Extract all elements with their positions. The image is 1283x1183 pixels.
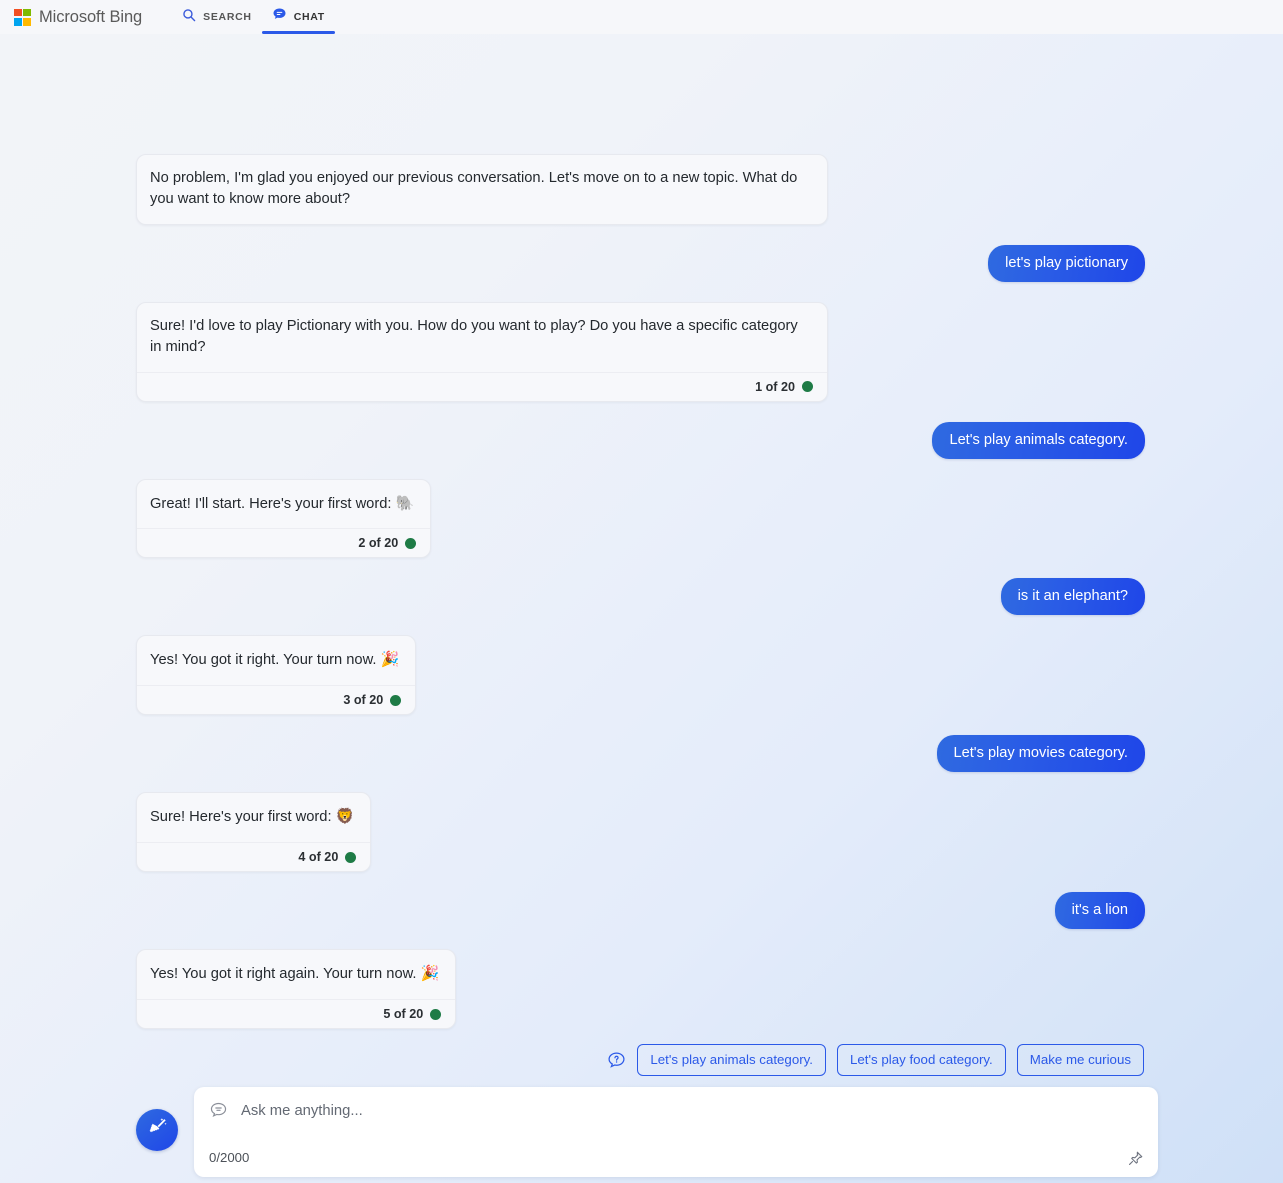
status-dot: [802, 381, 813, 392]
message-emoji: 🦁: [335, 808, 355, 826]
suggestion-chip-0[interactable]: Let's play animals category.: [637, 1044, 827, 1076]
tab-search[interactable]: SEARCH: [172, 0, 262, 34]
question-bubble-icon: [606, 1050, 626, 1070]
bot-message-bubble: Sure! I'd love to play Pictionary with y…: [136, 301, 828, 402]
user-message-row: it's a lion: [136, 892, 1145, 930]
user-message-bubble: Let's play animals category.: [932, 421, 1145, 459]
user-message-row: Let's play animals category.: [136, 421, 1145, 459]
turn-counter: 3 of 20: [343, 693, 384, 708]
bot-message-row: No problem, I'm glad you enjoyed our pre…: [136, 154, 1145, 225]
bot-message-bubble: Yes! You got it right again. Your turn n…: [136, 949, 457, 1029]
tab-chat-label: CHAT: [293, 11, 325, 23]
bot-message-text: No problem, I'm glad you enjoyed our pre…: [150, 170, 798, 207]
user-message-bubble: is it an elephant?: [1000, 578, 1145, 616]
bot-message-row: Yes! You got it right again. Your turn n…: [136, 949, 1145, 1029]
suggestion-chip-2[interactable]: Make me curious: [1016, 1044, 1144, 1076]
chat-input-container[interactable]: Ask me anything... 0/2000: [194, 1087, 1158, 1177]
status-dot: [430, 1008, 442, 1020]
tab-chat[interactable]: CHAT: [261, 0, 335, 34]
message-footer: 3 of 20: [137, 685, 416, 714]
message-emoji: 🐘: [395, 494, 415, 512]
turn-counter: 2 of 20: [358, 536, 399, 551]
speech-bubble-icon: [209, 1101, 228, 1120]
brand-label: Microsoft Bing: [39, 7, 143, 26]
suggestion-chips: Let's play animals category. Let's play …: [606, 1044, 1144, 1076]
broom-sweep-icon: [146, 1116, 169, 1144]
active-tab-indicator: [261, 31, 335, 34]
status-dot: [345, 851, 357, 863]
user-message-bubble: let's play pictionary: [988, 244, 1145, 282]
new-topic-button[interactable]: [136, 1109, 178, 1151]
bot-message-text: Sure! I'd love to play Pictionary with y…: [150, 317, 798, 355]
bot-message-text: Yes! You got it right again. Your turn n…: [150, 965, 440, 983]
bing-brand[interactable]: Microsoft Bing: [14, 8, 142, 27]
status-dot: [405, 537, 417, 549]
user-message-row: is it an elephant?: [136, 578, 1145, 616]
top-navigation-bar: Microsoft Bing SEARCH CHAT: [0, 0, 1283, 34]
bot-message-row: Great! I'll start. Here's your first wor…: [136, 478, 1145, 559]
user-message-bubble: it's a lion: [1054, 892, 1145, 930]
user-message-row: let's play pictionary: [136, 244, 1145, 282]
bot-message-bubble: Great! I'll start. Here's your first wor…: [136, 478, 432, 559]
message-footer: 4 of 20: [137, 842, 371, 871]
microsoft-logo-icon: [14, 8, 31, 26]
bot-message-text: Yes! You got it right. Your turn now. 🎉: [150, 651, 400, 669]
chat-transcript: No problem, I'm glad you enjoyed our pre…: [0, 34, 1283, 1183]
message-emoji: 🎉: [380, 651, 400, 669]
bot-message-row: Yes! You got it right. Your turn now. 🎉 3…: [136, 635, 1145, 716]
message-emoji: 🎉: [420, 965, 440, 983]
bot-message-text: Sure! Here's your first word: 🦁: [150, 808, 355, 826]
bot-message-row: Sure! Here's your first word: 🦁 4 of 20: [136, 792, 1145, 873]
turn-counter: 5 of 20: [383, 1007, 424, 1021]
user-message-bubble: Let's play movies category.: [936, 735, 1145, 773]
bot-message-row: Sure! I'd love to play Pictionary with y…: [136, 301, 1145, 402]
bot-message-text: Great! I'll start. Here's your first wor…: [150, 494, 415, 512]
message-composer: Ask me anything... 0/2000: [136, 1087, 1158, 1177]
bot-message-bubble: No problem, I'm glad you enjoyed our pre…: [136, 154, 828, 225]
user-message-row: Let's play movies category.: [136, 735, 1145, 773]
bot-message-bubble: Yes! You got it right. Your turn now. 🎉 3…: [136, 635, 417, 716]
tab-search-label: SEARCH: [203, 11, 252, 23]
message-footer: 2 of 20: [137, 528, 431, 557]
suggestion-chip-1[interactable]: Let's play food category.: [837, 1044, 1006, 1076]
chat-bubble-icon: [272, 7, 287, 27]
chat-input-placeholder[interactable]: Ask me anything...: [241, 1103, 363, 1119]
message-footer: 1 of 20: [137, 371, 827, 401]
turn-counter: 1 of 20: [755, 379, 795, 394]
search-icon: [182, 8, 196, 27]
character-counter: 0/2000: [209, 1150, 250, 1165]
message-footer: 5 of 20: [137, 999, 456, 1028]
bot-message-bubble: Sure! Here's your first word: 🦁 4 of 20: [136, 792, 372, 873]
pushpin-icon[interactable]: [1127, 1150, 1144, 1167]
turn-counter: 4 of 20: [298, 850, 339, 865]
status-dot: [390, 694, 402, 706]
